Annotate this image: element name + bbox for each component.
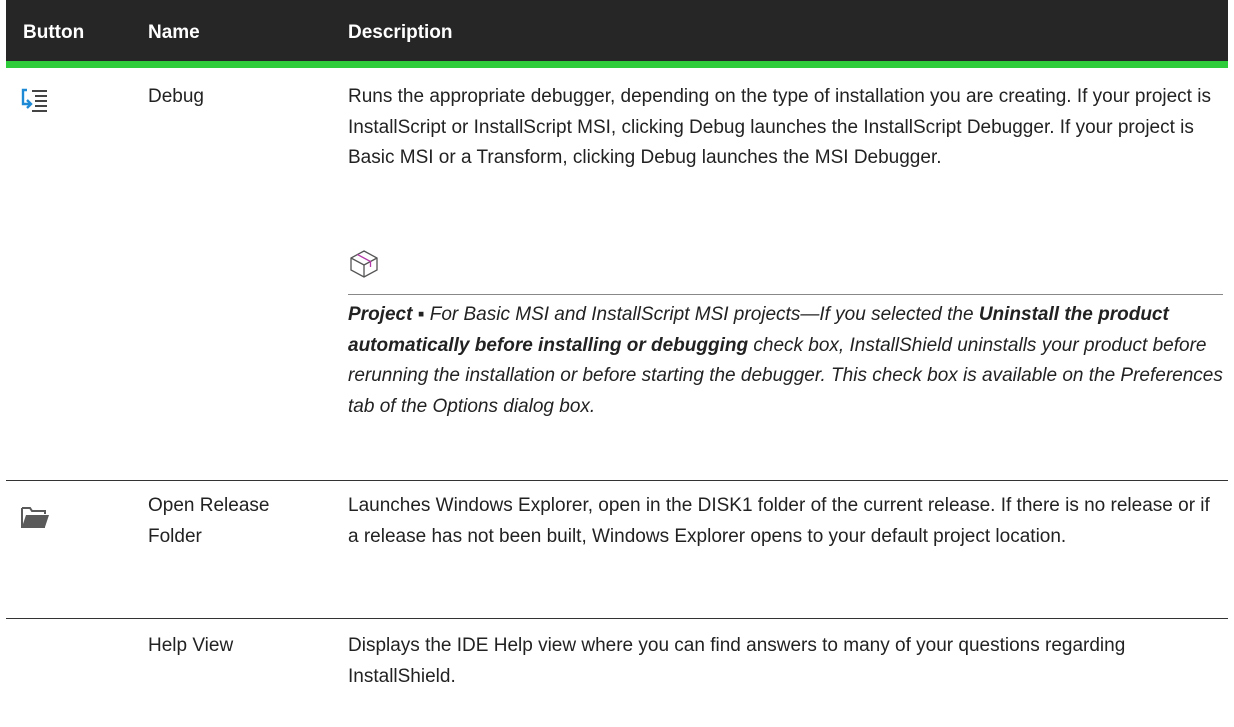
table-header: Button Name Description [6,0,1228,68]
row-description: Launches Windows Explorer, open in the D… [348,495,1210,547]
note-separator: ▪ [412,304,430,325]
row-name: Help View [148,635,234,656]
header-name: Name [148,22,200,43]
header-button: Button [23,22,85,43]
note-label: Project [348,304,413,325]
debug-icon[interactable] [20,86,50,116]
project-package-icon [348,248,380,280]
note-divider [348,294,1223,295]
folder-icon[interactable] [20,501,50,531]
row-description: Displays the IDE Help view where you can… [348,635,1126,687]
row-name: Open Release Folder [148,495,270,547]
table-row: Help View Displays the IDE Help view whe… [6,619,1228,727]
note-text: Project ▪ For Basic MSI and InstallScrip… [348,300,1223,422]
note-text-1: For Basic MSI and InstallScript MSI proj… [429,304,979,325]
table-row: Debug Runs the appropriate debugger, dep… [6,68,1228,481]
table-row: Open Release Folder Launches Windows Exp… [6,481,1228,619]
row-description: Runs the appropriate debugger, depending… [348,86,1211,168]
project-note: Project ▪ For Basic MSI and InstallScrip… [348,248,1223,468]
header-description: Description [348,22,453,43]
row-name: Debug [148,86,204,107]
